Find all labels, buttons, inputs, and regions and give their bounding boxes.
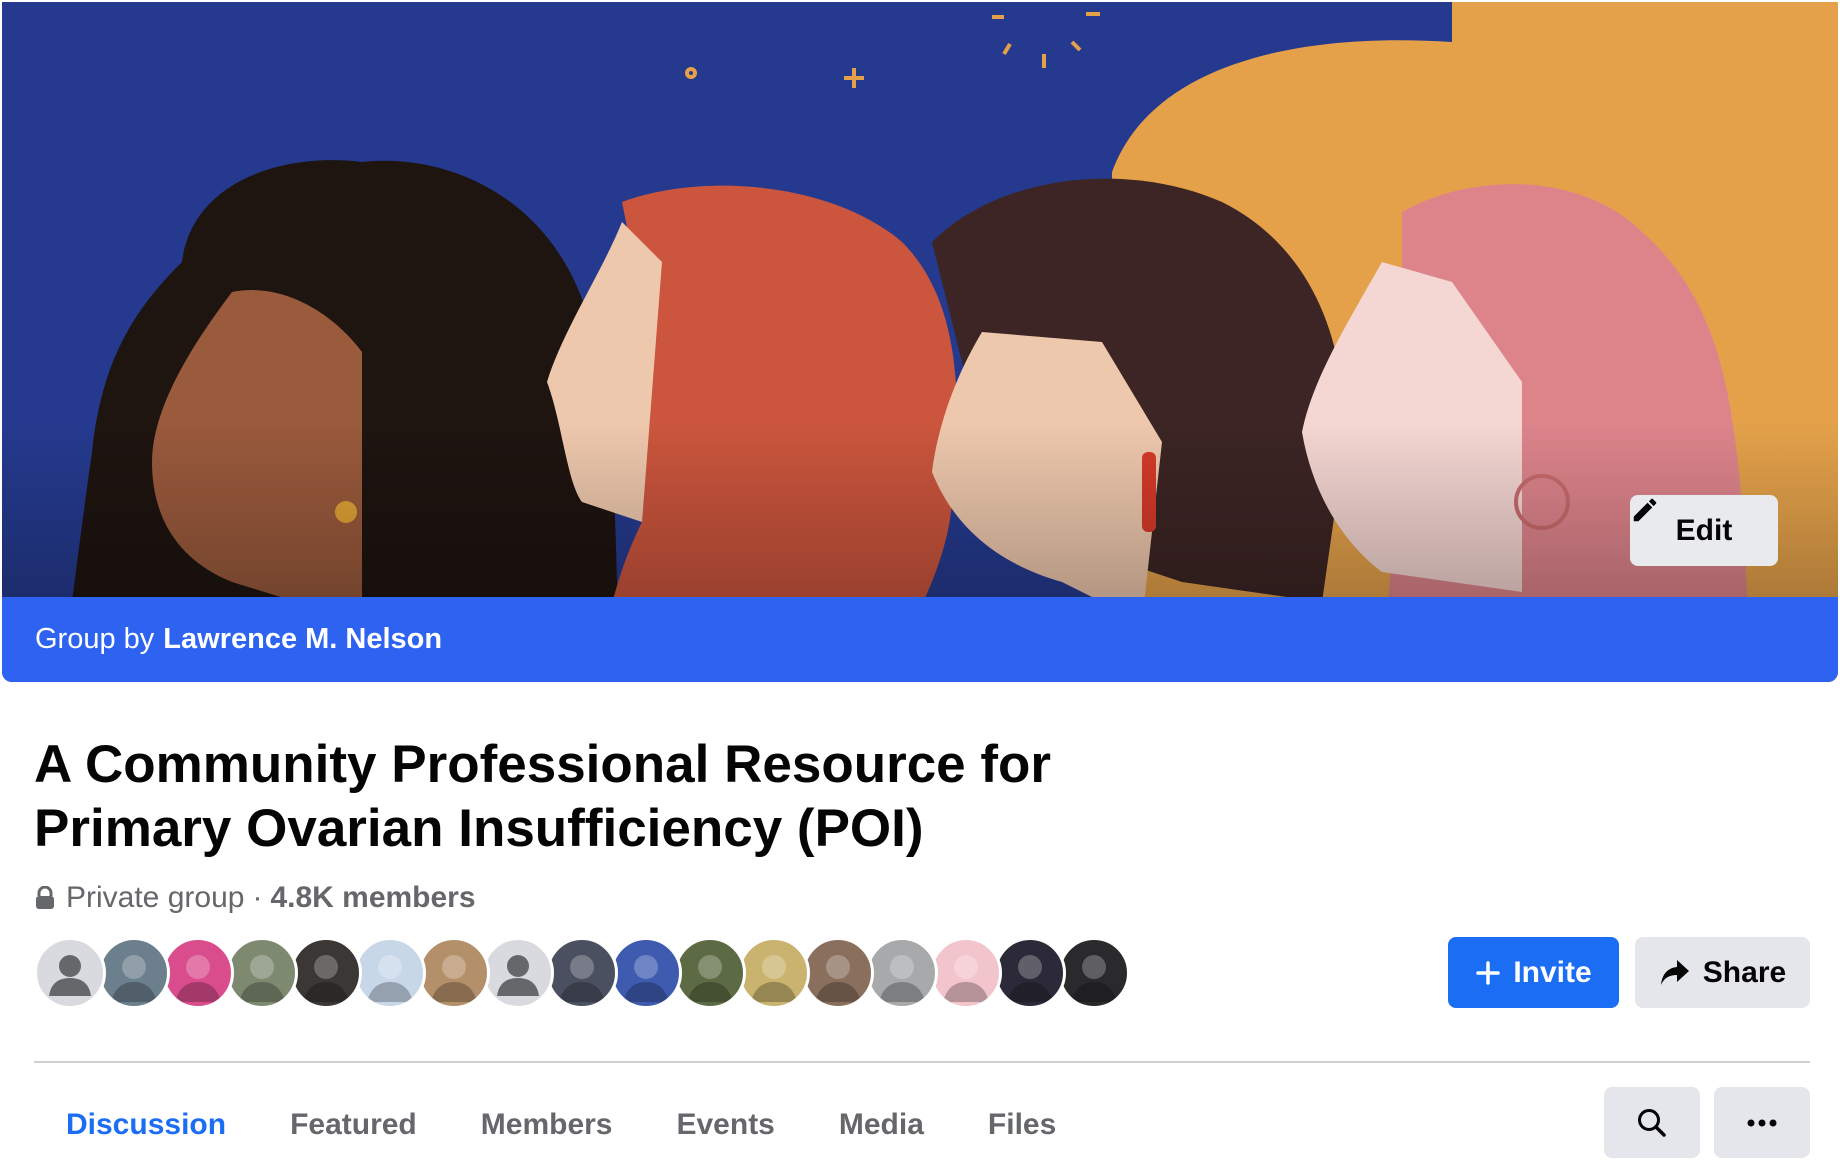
section-divider [34, 1061, 1810, 1063]
members-count-link[interactable]: 4.8K members [270, 881, 475, 915]
photo-icon [751, 955, 797, 1002]
more-icon [1747, 1119, 1777, 1126]
photo-icon [175, 955, 221, 1002]
photo-icon [111, 955, 157, 1002]
group-owner-link[interactable]: Lawrence M. Nelson [163, 623, 442, 656]
search-icon [1638, 1108, 1666, 1137]
couple-selfie-avatar[interactable] [802, 937, 874, 1009]
woman-pink-avatar[interactable] [162, 937, 234, 1009]
edit-cover-button[interactable]: Edit [1630, 495, 1778, 566]
share-arrow-icon [1660, 959, 1689, 985]
share-button[interactable]: Share [1635, 937, 1810, 1008]
plus-icon [1476, 960, 1501, 985]
cover-photo: Edit [2, 2, 1838, 682]
photo-icon [1071, 955, 1117, 1002]
photo-icon [1007, 955, 1053, 1002]
dark-portrait-avatar[interactable] [1058, 937, 1130, 1009]
field-family-avatar[interactable] [738, 937, 810, 1009]
photo-icon [815, 955, 861, 1002]
tab-files[interactable]: Files [956, 1090, 1088, 1160]
member-avatars [34, 937, 1130, 1009]
outdoor-road-avatar[interactable] [226, 937, 298, 1009]
meta-separator: · [252, 881, 263, 914]
tab-members[interactable]: Members [449, 1090, 645, 1160]
person-icon [49, 955, 91, 996]
lock-icon [36, 886, 54, 909]
group-owner-banner: Group by Lawrence M. Nelson [2, 597, 1838, 682]
runner-flag-avatar[interactable] [610, 937, 682, 1009]
group-title: A Community Professional Resource for Pr… [34, 735, 1052, 858]
photo-icon [559, 955, 605, 1002]
photo-icon [431, 955, 477, 1002]
tab-featured[interactable]: Featured [258, 1090, 449, 1160]
group-photo-avatar[interactable] [546, 937, 618, 1009]
tab-media[interactable]: Media [807, 1090, 956, 1160]
person-icon [497, 955, 539, 996]
cover-illustration [2, 2, 1838, 682]
dark-photo-avatar[interactable] [290, 937, 362, 1009]
photo-icon [879, 955, 925, 1002]
group-meta: Private group · 4.8K members [34, 880, 476, 916]
share-label: Share [1702, 955, 1787, 989]
night-selfie-avatar[interactable] [994, 937, 1066, 1009]
group-by-prefix: Group by [35, 623, 155, 655]
family-avatar[interactable] [418, 937, 490, 1009]
invite-button[interactable]: Invite [1448, 937, 1619, 1008]
man-sky-avatar[interactable] [354, 937, 426, 1009]
group-tabs: Discussion Featured Members Events Media File… [34, 1090, 1088, 1160]
photo-icon [367, 955, 413, 1002]
edit-label: Edit [1675, 513, 1733, 547]
pencil-icon [1633, 498, 1657, 522]
tab-discussion[interactable]: Discussion [34, 1090, 258, 1160]
default-avatar[interactable] [34, 937, 106, 1009]
landscape-avatar[interactable] [98, 937, 170, 1009]
photo-icon [943, 955, 989, 1002]
invite-label: Invite [1513, 955, 1592, 989]
search-button[interactable] [1604, 1087, 1700, 1158]
default-avatar[interactable] [482, 937, 554, 1009]
photo-icon [623, 955, 669, 1002]
photo-icon [239, 955, 285, 1002]
photo-icon [303, 955, 349, 1002]
more-options-button[interactable] [1714, 1087, 1810, 1158]
tab-events[interactable]: Events [644, 1090, 806, 1160]
silhouette-avatar[interactable] [866, 937, 938, 1009]
privacy-label: Private group [66, 881, 245, 914]
cartoon-face-avatar[interactable] [930, 937, 1002, 1009]
photo-icon [687, 955, 733, 1002]
tree-couple-avatar[interactable] [674, 937, 746, 1009]
